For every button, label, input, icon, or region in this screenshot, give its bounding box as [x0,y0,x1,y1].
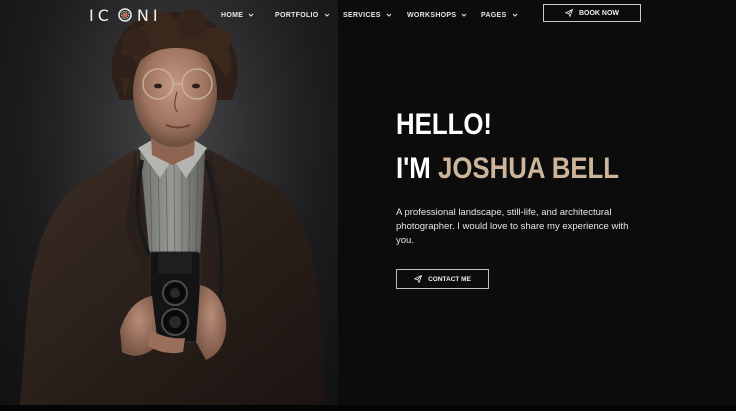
bottom-edge [0,405,736,411]
book-now-label: BOOK NOW [578,9,620,17]
top-navigation: IC NI HOME PORTFOLIO SERVICES WORKSHOPS … [0,0,736,30]
chevron-down-icon [248,13,254,17]
hero-photo [0,0,338,405]
paper-plane-icon [565,9,573,17]
chevron-down-icon [386,13,392,17]
chevron-down-icon [324,13,329,17]
contact-me-button[interactable]: CONTACT ME [396,269,489,289]
nav-pages-label: PAGES [481,11,507,19]
hero-intro: I'M [396,152,431,185]
logo-text-right: NI [136,5,162,25]
chevron-down-icon [462,13,467,17]
nav-home[interactable]: HOME [221,9,254,21]
chevron-down-icon [512,13,517,17]
nav-workshops[interactable]: WORKSHOPS [407,9,467,21]
nav-services-label: SERVICES [343,11,381,19]
nav-workshops-label: WORKSHOPS [407,11,457,19]
hero-name: JOSHUA BELL [437,152,620,185]
hero-bio: A professional landscape, still-life, an… [396,207,629,247]
paper-plane-icon [414,275,422,283]
contact-me-label: CONTACT ME [428,275,471,283]
hero-greeting: HELLO! [396,108,493,141]
camera-lens-icon [118,8,132,22]
nav-home-label: HOME [221,11,244,19]
site-logo[interactable]: IC NI [89,5,162,25]
nav-portfolio-label: PORTFOLIO [275,11,319,19]
nav-portfolio[interactable]: PORTFOLIO [275,9,330,21]
book-now-button[interactable]: BOOK NOW [543,4,641,22]
hero-title: I'M JOSHUA BELL [396,149,619,189]
logo-text-left: IC [89,5,113,25]
photographer-portrait [20,9,326,405]
nav-pages[interactable]: PAGES [481,9,518,21]
page: IC NI HOME PORTFOLIO SERVICES WORKSHOPS … [0,0,736,411]
nav-services[interactable]: SERVICES [343,9,392,21]
